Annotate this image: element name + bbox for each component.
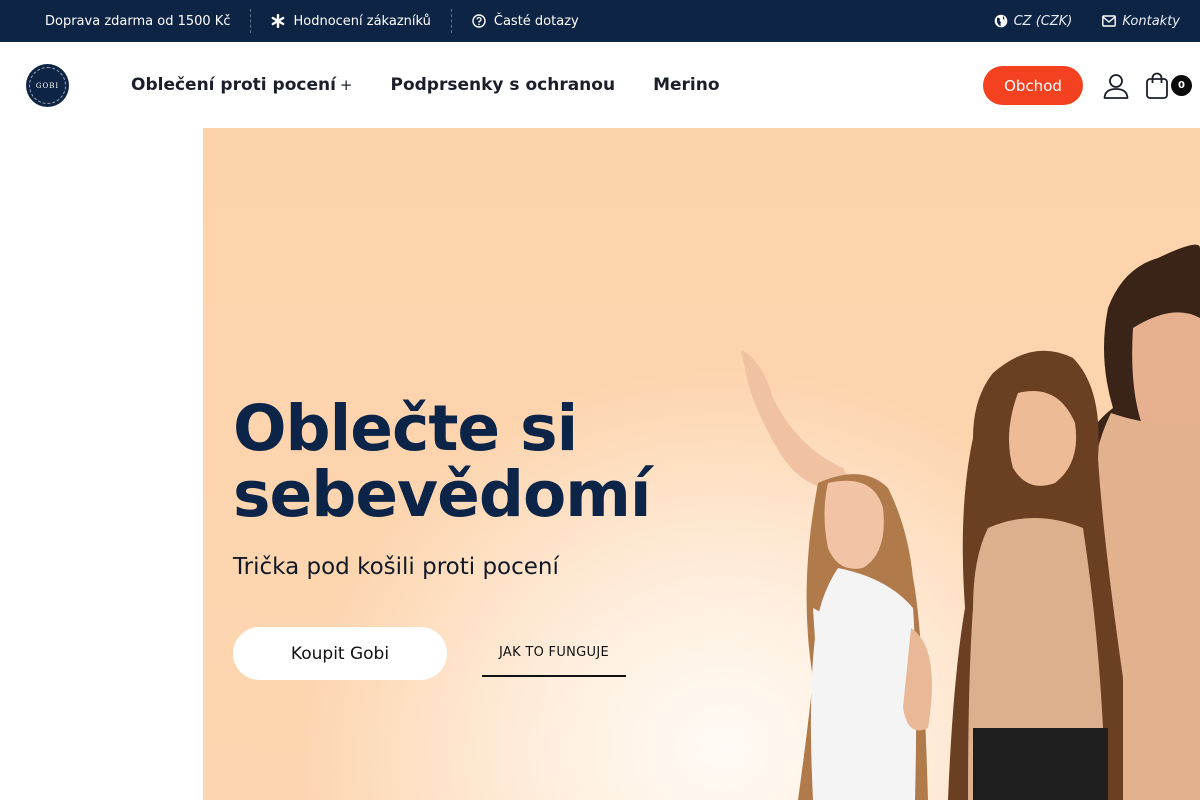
how-it-works-link[interactable]: JAK TO FUNGUJE <box>482 630 626 677</box>
contacts-label: Kontakty <box>1122 13 1180 29</box>
shop-button[interactable]: Obchod <box>983 66 1083 105</box>
faq-label: Časté dotazy <box>493 13 579 29</box>
cart-count-badge: 0 <box>1171 75 1192 96</box>
contacts-link[interactable]: Kontakty <box>1102 0 1180 42</box>
logo-ring: GOBI <box>29 67 66 104</box>
top-bar: Doprava zdarma od 1500 Kč Hodnocení záka… <box>0 0 1200 42</box>
user-icon[interactable] <box>1102 72 1130 100</box>
hero-title-line-1: Oblečte si <box>233 392 578 465</box>
hero-title-line-2: sebevědomí <box>233 458 651 531</box>
divider <box>250 9 252 33</box>
currency-selector[interactable]: CZ (CZK) <box>994 0 1073 42</box>
free-shipping-text: Doprava zdarma od 1500 Kč <box>45 13 231 29</box>
top-bar-right: CZ (CZK) Kontakty <box>994 0 1180 42</box>
shopping-bag-icon[interactable] <box>1145 72 1169 100</box>
plus-icon: + <box>339 76 353 94</box>
gobi-logo[interactable]: GOBI <box>26 64 69 107</box>
reviews-label: Hodnocení zákazníků <box>293 13 431 29</box>
nav-item-label: Oblečení proti pocení <box>131 75 336 95</box>
divider <box>450 9 452 33</box>
nav-item-merino[interactable]: Merino <box>653 75 719 95</box>
nav-item-label: Merino <box>653 75 720 95</box>
nav-item-label: Podprsenky s ochranou <box>390 75 616 95</box>
free-shipping-notice: Doprava zdarma od 1500 Kč <box>45 0 230 42</box>
main-nav: Oblečení proti pocení + Podprsenky s och… <box>131 42 720 128</box>
nav-item-anti-sweat-clothing[interactable]: Oblečení proti pocení + <box>131 75 353 95</box>
globe-icon <box>994 14 1008 28</box>
faq-link[interactable]: Časté dotazy <box>472 0 579 42</box>
hero-subtitle: Trička pod košili proti pocení <box>233 554 559 580</box>
asterisk-icon <box>271 14 285 28</box>
nav-item-bras[interactable]: Podprsenky s ochranou <box>391 75 616 95</box>
buy-gobi-button[interactable]: Koupit Gobi <box>233 627 447 680</box>
question-circle-icon <box>472 14 486 28</box>
logo-text: GOBI <box>35 81 60 90</box>
hero-people-photo <box>741 244 1200 800</box>
top-bar-left: Doprava zdarma od 1500 Kč Hodnocení záka… <box>45 0 579 42</box>
reviews-link[interactable]: Hodnocení zákazníků <box>271 0 431 42</box>
hero-banner: Oblečte si sebevědomí Trička pod košili … <box>203 128 1200 800</box>
hero-title: Oblečte si sebevědomí <box>233 392 651 531</box>
envelope-icon <box>1102 14 1117 28</box>
currency-label: CZ (CZK) <box>1013 13 1073 29</box>
main-header: GOBI Oblečení proti pocení + Podprsenky … <box>0 42 1200 128</box>
